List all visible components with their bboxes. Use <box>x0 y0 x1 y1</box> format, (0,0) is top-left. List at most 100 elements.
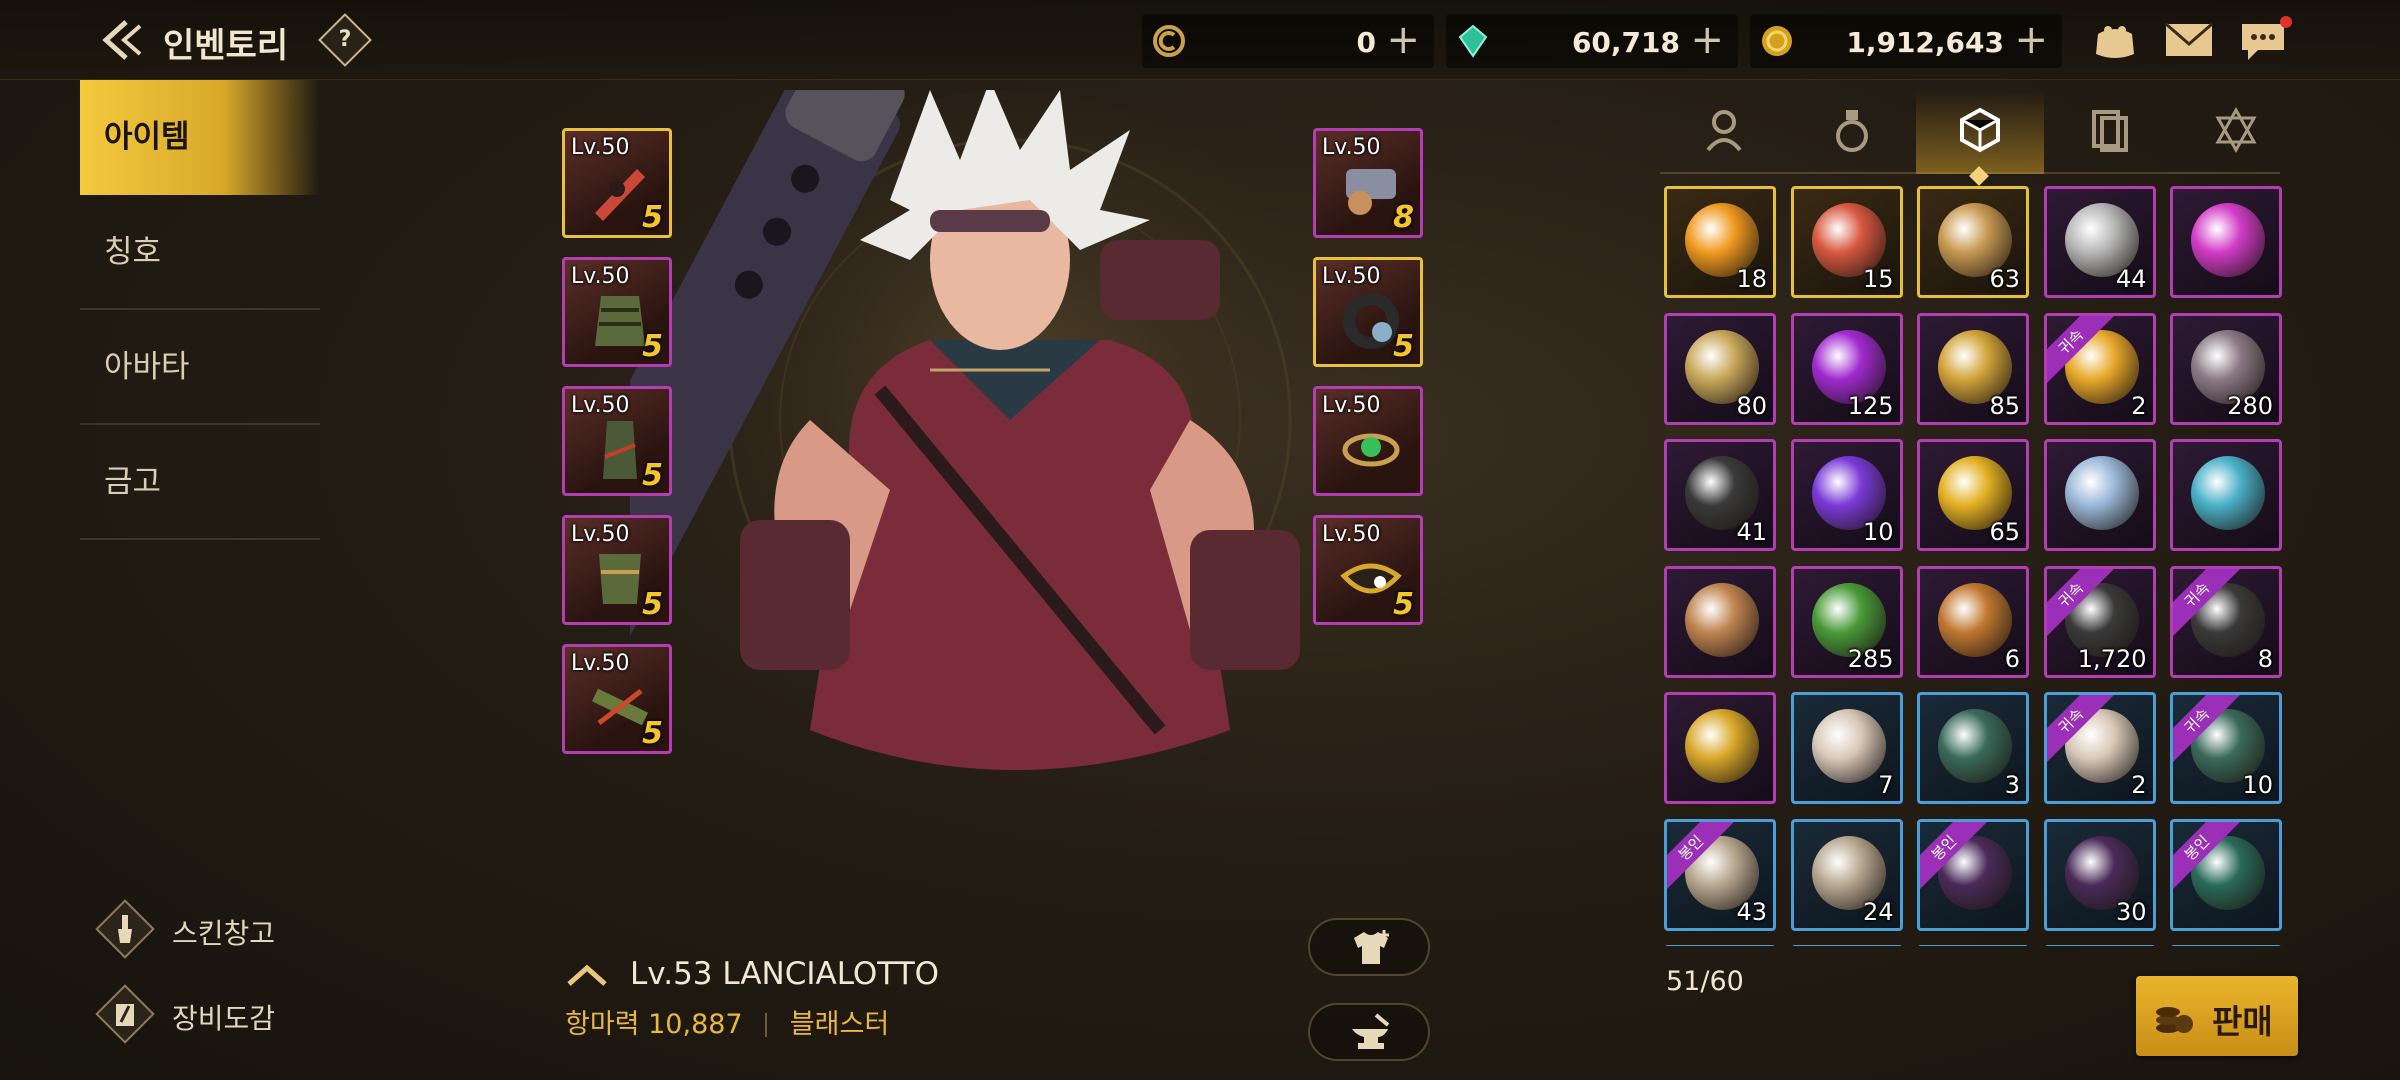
item-icon <box>2191 456 2265 530</box>
divider <box>765 1013 768 1037</box>
brush-icon <box>118 915 132 943</box>
inventory-item[interactable]: 80 <box>1664 312 1776 425</box>
tab-emblems[interactable] <box>2172 90 2300 174</box>
inventory-item[interactable]: 15 <box>1790 186 1903 298</box>
tab-cards[interactable] <box>2044 90 2172 174</box>
menu-item-items[interactable]: 아이템 <box>80 80 320 195</box>
inventory-item[interactable]: 6 <box>1917 565 2029 678</box>
enhance-level: 5 <box>642 329 663 364</box>
inventory-item[interactable] <box>2170 439 2282 551</box>
inventory-item[interactable] <box>2043 945 2156 946</box>
inventory-item[interactable]: 봉인 <box>2170 818 2282 931</box>
enhance-level: 5 <box>642 716 663 751</box>
add-gold-button[interactable]: + <box>2014 18 2048 62</box>
inventory-item[interactable]: 귀속 8 <box>2170 565 2282 678</box>
inventory-item[interactable]: 봉인 43 <box>1664 818 1776 931</box>
equip-slot-necklace[interactable]: Lv.50 <box>1313 386 1423 496</box>
inventory-item[interactable]: 귀속 2 <box>2043 312 2156 425</box>
inventory-item[interactable]: 41 <box>1664 439 1776 551</box>
equipment-codex-label: 장비도감 <box>172 1002 276 1035</box>
equip-slot-top[interactable]: Lv.50 5 <box>562 257 672 367</box>
inventory-item[interactable]: 63 <box>1917 186 2029 298</box>
rank-chevron-icon <box>567 964 607 986</box>
tab-equipment[interactable] <box>1660 90 1788 174</box>
item-count: 10 <box>2242 771 2273 799</box>
inventory-item[interactable] <box>1790 945 1903 946</box>
inventory-item[interactable]: 귀속 10 <box>2170 692 2282 804</box>
item-count: 63 <box>1989 265 2020 293</box>
inventory-item[interactable] <box>2170 945 2282 946</box>
inventory-item[interactable]: 7 <box>1790 692 1903 804</box>
inventory-item[interactable]: 285 <box>1790 565 1903 678</box>
inventory-item[interactable]: 귀속 2 <box>2043 692 2156 804</box>
sell-button[interactable]: 판매 <box>2136 976 2298 1056</box>
add-gem-button[interactable]: + <box>1690 18 1724 62</box>
currency-gold: 1,912,643 + <box>1750 14 2062 68</box>
inventory-item[interactable]: 24 <box>1790 818 1903 931</box>
equip-slot-belt[interactable]: Lv.50 5 <box>562 644 672 754</box>
c-coin-value: 0 <box>1356 26 1376 59</box>
inventory-capacity: 51/60 <box>1666 966 1744 997</box>
pouch-icon[interactable] <box>2088 16 2142 64</box>
enhance-anvil-button[interactable] <box>1308 1003 1430 1061</box>
back-button[interactable] <box>96 16 152 64</box>
inventory-item[interactable]: 10 <box>1790 439 1903 551</box>
menu-item-vault[interactable]: 금고 <box>80 425 320 540</box>
mail-icon[interactable] <box>2162 16 2216 64</box>
equip-level: Lv.50 <box>1322 393 1381 418</box>
menu-item-avatar[interactable]: 아바타 <box>80 310 320 425</box>
inventory-item[interactable]: 귀속 1,720 <box>2043 565 2156 678</box>
inventory-item[interactable]: 280 <box>2170 312 2282 425</box>
inventory-item[interactable] <box>1917 945 2029 946</box>
armor-plus-icon <box>1354 930 1389 964</box>
sell-label: 판매 <box>2212 1002 2273 1041</box>
item-icon <box>2064 456 2139 530</box>
item-count: 43 <box>1736 897 1767 926</box>
inventory-item[interactable] <box>1664 692 1776 804</box>
equip-slot-title[interactable]: Lv.50 8 <box>1313 128 1423 238</box>
inventory-item[interactable]: 125 <box>1790 312 1903 425</box>
inventory-item[interactable]: 30 <box>2043 818 2156 931</box>
inventory-item[interactable]: 85 <box>1917 312 2029 425</box>
inventory-item[interactable]: 44 <box>2043 186 2156 298</box>
chat-icon[interactable] <box>2238 16 2292 64</box>
item-count: 3 <box>2004 771 2020 799</box>
item-count: 10 <box>1862 518 1894 546</box>
item-icon <box>1938 582 2012 657</box>
inventory-item[interactable]: 65 <box>1917 439 2029 551</box>
equip-slot-shoulder[interactable]: Lv.50 5 <box>562 386 672 496</box>
inventory-item[interactable] <box>1664 945 1776 946</box>
equip-slot-ring[interactable]: Lv.50 5 <box>1313 515 1423 625</box>
currency-gem: 60,718 + <box>1446 14 1738 68</box>
item-count: 18 <box>1736 265 1767 293</box>
item-count: 7 <box>1878 771 1894 799</box>
top-bar: 인벤토리 ? 0 + 60,718 + 1,912,643 + <box>0 0 2400 80</box>
equip-level: Lv.50 <box>1322 135 1381 160</box>
inventory-item[interactable] <box>2170 186 2282 298</box>
menu-item-titles[interactable]: 칭호 <box>80 195 320 310</box>
item-count: 2 <box>2131 771 2147 799</box>
power-label: 항마력 <box>565 1009 640 1040</box>
tab-materials[interactable] <box>1916 90 2044 174</box>
equip-slot-bottom[interactable]: Lv.50 5 <box>562 515 672 625</box>
item-count: 24 <box>1862 897 1894 926</box>
power-value: 10,887 <box>648 1009 743 1040</box>
tab-consumables[interactable] <box>1788 90 1916 174</box>
equip-slot-weapon[interactable]: Lv.50 5 <box>562 128 672 238</box>
gold-coin-icon <box>1762 26 1792 56</box>
inventory-item[interactable]: 봉인 <box>1917 818 2029 931</box>
equip-level: Lv.50 <box>1322 522 1381 547</box>
costume-button[interactable] <box>1308 918 1430 976</box>
add-c-coin-button[interactable]: + <box>1386 18 1420 62</box>
inventory-item[interactable]: 3 <box>1917 692 2029 804</box>
inventory-item[interactable] <box>2043 439 2156 551</box>
equip-slot-bracelet[interactable]: Lv.50 5 <box>1313 257 1423 367</box>
gold-value: 1,912,643 <box>1846 26 2004 59</box>
character-portrait <box>630 90 1340 770</box>
skin-storage-label: 스킨창고 <box>172 917 276 950</box>
pen-book-icon <box>116 1004 134 1026</box>
item-count: 44 <box>2115 265 2147 293</box>
inventory-item[interactable]: 18 <box>1664 186 1776 298</box>
help-button[interactable]: ? <box>318 13 372 67</box>
inventory-item[interactable] <box>1664 565 1776 678</box>
